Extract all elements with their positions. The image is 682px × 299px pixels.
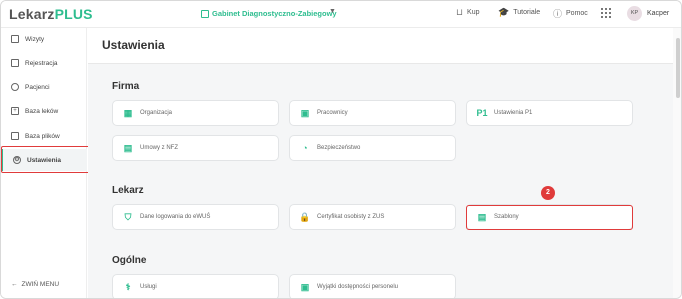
page-header: Ustawienia	[88, 28, 673, 64]
sidebar-item-registration[interactable]: Rejestracja	[1, 52, 87, 74]
apps-grid-icon[interactable]	[601, 8, 611, 18]
card-label: Ustawienia P1	[494, 110, 533, 116]
patients-icon	[11, 83, 19, 91]
card-label: Certyfikat osobisty z ZUS	[317, 214, 385, 220]
sidebar-item-label: Rejestracja	[25, 59, 58, 67]
app-logo[interactable]: LekarzPLUS	[9, 6, 93, 22]
help-icon: ⓘ	[553, 9, 563, 19]
nav-help-label: Pomoc	[566, 10, 588, 17]
section-title-company: Firma	[112, 81, 140, 92]
arrow-left-icon: ←	[11, 281, 18, 288]
card-nfz-contracts[interactable]: ▤ Umowy z NFZ	[112, 135, 279, 161]
sidebar-item-label: Pacjenci	[25, 83, 50, 91]
nav-tutorials-label: Tutoriale	[513, 9, 541, 16]
collapse-menu-label: ZWIŃ MENU	[21, 281, 60, 288]
p1-icon: P1	[476, 108, 488, 118]
sidebar-item-visits[interactable]: Wizyty	[1, 28, 87, 50]
avatar[interactable]: KP	[627, 6, 642, 21]
nav-buy-label: Kup	[467, 9, 480, 16]
card-employees[interactable]: ▣ Pracownicy	[289, 100, 456, 126]
card-label: Organizacja	[140, 110, 173, 116]
card-label: Wyjątki dostępności personelu	[317, 284, 398, 290]
card-label: Umowy z NFZ	[140, 145, 178, 151]
files-icon	[11, 132, 19, 140]
top-bar: LekarzPLUS Gabinet Diagnostyczno-Zabiego…	[1, 1, 681, 28]
card-label: Usługi	[140, 284, 157, 290]
clinic-selector[interactable]: Gabinet Diagnostyczno-Zabiegowy	[201, 9, 337, 18]
card-organization[interactable]: ▦ Organizacja	[112, 100, 279, 126]
contract-icon: ▤	[123, 142, 133, 153]
card-label: Bezpieczeństwo	[317, 145, 361, 151]
nav-help[interactable]: ⓘ Pomoc	[553, 7, 588, 20]
user-name[interactable]: Kacper	[647, 10, 669, 17]
sidebar-item-label: Baza leków	[25, 107, 59, 115]
shield-icon: ⛉	[124, 211, 132, 222]
visits-icon	[11, 35, 19, 43]
sidebar-item-files[interactable]: Baza plików	[1, 125, 87, 147]
app-window: LekarzPLUS Gabinet Diagnostyczno-Zabiego…	[0, 0, 682, 299]
card-ewus-login[interactable]: ⛉ Dane logowania do eWUŚ	[112, 204, 279, 230]
logo-text: Lekarz	[9, 6, 55, 22]
section-title-doctor: Lekarz	[112, 185, 144, 196]
step-badge-2: 2	[541, 186, 555, 200]
sidebar-item-label: Baza plików	[25, 132, 60, 140]
sidebar-item-label: Wizyty	[25, 35, 45, 43]
logo-accent: PLUS	[54, 6, 93, 22]
clinic-icon	[201, 9, 209, 18]
card-services[interactable]: ⚕ Usługi	[112, 274, 279, 298]
nav-buy[interactable]: ⊔ Kup	[456, 7, 480, 18]
graduation-cap-icon: 🎓	[498, 7, 510, 17]
collapse-menu-button[interactable]: ← ZWIŃ MENU	[11, 281, 59, 288]
medicine-icon: +	[11, 107, 19, 115]
organization-icon: ▦	[123, 107, 133, 118]
calendar-icon	[11, 59, 19, 67]
lock-icon: 🔒	[299, 211, 311, 222]
highlight-box-templates	[466, 205, 633, 230]
highlight-box-settings	[1, 146, 93, 173]
chevron-down-icon[interactable]: ▼	[329, 8, 336, 15]
nav-tutorials[interactable]: 🎓 Tutoriale	[498, 7, 540, 18]
page-title: Ustawienia	[102, 38, 165, 52]
card-zus-certificate[interactable]: 🔒 Certyfikat osobisty z ZUS	[289, 204, 456, 230]
clinic-name: Gabinet Diagnostyczno-Zabiegowy	[212, 9, 337, 18]
services-icon: ⚕	[125, 281, 131, 292]
section-title-general: Ogólne	[112, 255, 147, 266]
calendar-x-icon: ▣	[300, 281, 310, 292]
card-label: Dane logowania do eWUŚ	[140, 214, 211, 220]
basket-icon: ⊔	[456, 7, 464, 17]
scrollbar-thumb[interactable]	[676, 38, 680, 98]
card-staff-availability[interactable]: ▣ Wyjątki dostępności personelu	[289, 274, 456, 298]
security-icon: ◔	[302, 143, 308, 153]
card-label: Pracownicy	[317, 110, 348, 116]
scrollbar[interactable]	[673, 28, 681, 298]
card-security[interactable]: ◔ Bezpieczeństwo	[289, 135, 456, 161]
sidebar-item-medicines[interactable]: + Baza leków	[1, 100, 87, 122]
sidebar-item-patients[interactable]: Pacjenci	[1, 76, 87, 98]
employees-icon: ▣	[300, 107, 310, 118]
card-settings-p1[interactable]: P1 Ustawienia P1	[466, 100, 633, 126]
